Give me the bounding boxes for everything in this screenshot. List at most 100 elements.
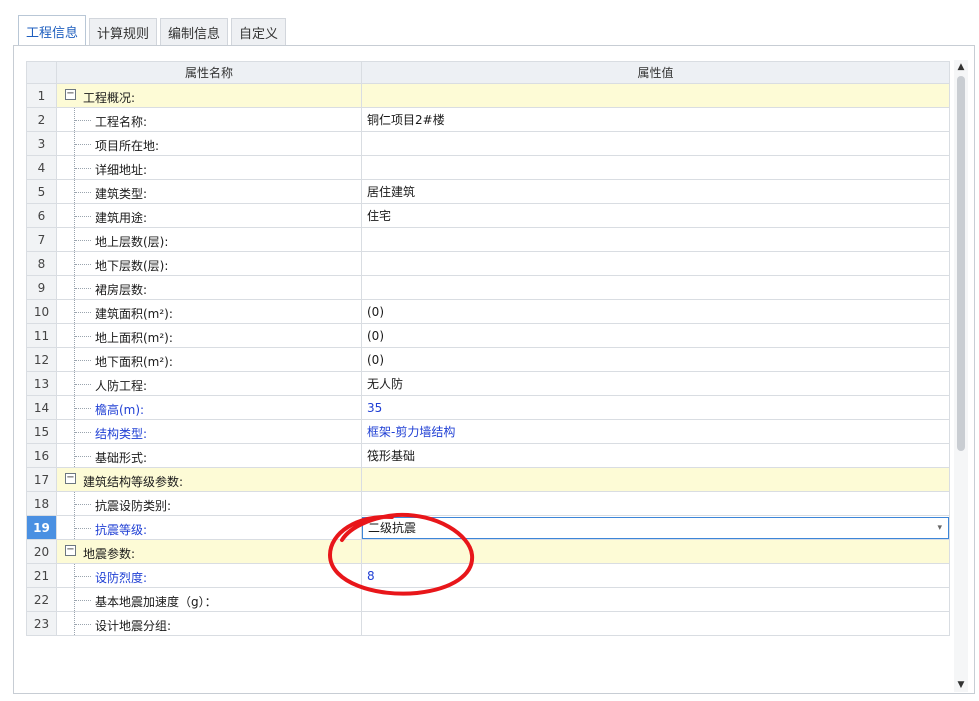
property-name-cell[interactable]: 建筑类型:	[56, 179, 362, 204]
property-name-cell[interactable]: 地上面积(m²):	[56, 323, 362, 348]
column-header-value[interactable]: 属性值	[361, 61, 950, 84]
property-name-cell[interactable]: 檐高(m):	[56, 395, 362, 420]
property-name-cell[interactable]: 基础形式:	[56, 443, 362, 468]
property-value-cell[interactable]: 居住建筑	[361, 179, 950, 204]
property-value-cell[interactable]	[361, 587, 950, 612]
table-row[interactable]: 6 建筑用途: 住宅	[26, 203, 950, 228]
table-row[interactable]: 23 设计地震分组:	[26, 611, 950, 636]
property-value-cell[interactable]: 框架-剪力墙结构	[361, 419, 950, 444]
row-number[interactable]: 22	[26, 587, 57, 612]
table-row[interactable]: 19 抗震等级: 二级抗震 ▾	[26, 515, 950, 540]
property-value-cell[interactable]	[361, 83, 950, 108]
property-name-cell[interactable]: − 建筑结构等级参数:	[56, 467, 362, 492]
vertical-scrollbar[interactable]: ▲ ▼	[954, 60, 968, 692]
row-number[interactable]: 4	[26, 155, 57, 180]
property-value-cell[interactable]: 铜仁项目2#楼	[361, 107, 950, 132]
property-name-cell[interactable]: 地下层数(层):	[56, 251, 362, 276]
table-row[interactable]: 8 地下层数(层):	[26, 251, 950, 276]
table-row[interactable]: 2 工程名称: 铜仁项目2#楼	[26, 107, 950, 132]
property-name-cell[interactable]: 设防烈度:	[56, 563, 362, 588]
row-number[interactable]: 8	[26, 251, 57, 276]
property-value-cell[interactable]: 35	[361, 395, 950, 420]
property-value-cell[interactable]: 无人防	[361, 371, 950, 396]
tab-4[interactable]: 自定义	[231, 18, 287, 46]
property-value-cell[interactable]: (0)	[361, 299, 950, 324]
property-value-cell[interactable]: (0)	[361, 347, 950, 372]
row-number[interactable]: 2	[26, 107, 57, 132]
table-row[interactable]: 22 基本地震加速度（g）：	[26, 587, 950, 612]
property-name-cell[interactable]: 人防工程:	[56, 371, 362, 396]
table-row[interactable]: 1− 工程概况:	[26, 83, 950, 108]
row-number[interactable]: 16	[26, 443, 57, 468]
property-value-cell[interactable]	[361, 227, 950, 252]
row-number[interactable]: 19	[26, 515, 57, 540]
property-name-cell[interactable]: 详细地址:	[56, 155, 362, 180]
table-row[interactable]: 14 檐高(m): 35	[26, 395, 950, 420]
table-row[interactable]: 18 抗震设防类别:	[26, 491, 950, 516]
scrollbar-thumb[interactable]	[957, 76, 965, 451]
table-row[interactable]: 13 人防工程: 无人防	[26, 371, 950, 396]
row-number[interactable]: 18	[26, 491, 57, 516]
row-number[interactable]: 1	[26, 83, 57, 108]
column-header-name[interactable]: 属性名称	[56, 61, 362, 84]
property-name-cell[interactable]: 裙房层数:	[56, 275, 362, 300]
property-value-cell[interactable]	[361, 491, 950, 516]
property-value-cell[interactable]	[361, 611, 950, 636]
collapse-toggle-icon[interactable]: −	[65, 473, 76, 484]
property-value-cell[interactable]	[361, 275, 950, 300]
property-value-cell[interactable]	[361, 467, 950, 492]
row-number[interactable]: 12	[26, 347, 57, 372]
row-number[interactable]: 14	[26, 395, 57, 420]
row-number[interactable]: 7	[26, 227, 57, 252]
table-row[interactable]: 21 设防烈度: 8	[26, 563, 950, 588]
table-row[interactable]: 4 详细地址:	[26, 155, 950, 180]
collapse-toggle-icon[interactable]: −	[65, 89, 76, 100]
property-name-cell[interactable]: 工程名称:	[56, 107, 362, 132]
row-number[interactable]: 15	[26, 419, 57, 444]
property-name-cell[interactable]: 抗震设防类别:	[56, 491, 362, 516]
row-number[interactable]: 20	[26, 539, 57, 564]
table-row[interactable]: 9 裙房层数:	[26, 275, 950, 300]
scroll-down-arrow-icon[interactable]: ▼	[954, 678, 968, 692]
property-name-cell[interactable]: 基本地震加速度（g）：	[56, 587, 362, 612]
property-name-cell[interactable]: − 地震参数:	[56, 539, 362, 564]
property-value-cell[interactable]: 二级抗震 ▾	[361, 515, 950, 540]
chevron-down-icon[interactable]: ▾	[937, 523, 942, 533]
table-row[interactable]: 3 项目所在地:	[26, 131, 950, 156]
row-number[interactable]: 3	[26, 131, 57, 156]
tab-2[interactable]: 计算规则	[89, 18, 158, 46]
property-name-cell[interactable]: 地上层数(层):	[56, 227, 362, 252]
property-name-cell[interactable]: 项目所在地:	[56, 131, 362, 156]
table-row[interactable]: 15 结构类型: 框架-剪力墙结构	[26, 419, 950, 444]
row-number[interactable]: 9	[26, 275, 57, 300]
table-row[interactable]: 17− 建筑结构等级参数:	[26, 467, 950, 492]
tab-3[interactable]: 编制信息	[160, 18, 229, 46]
property-name-cell[interactable]: 地下面积(m²):	[56, 347, 362, 372]
table-row[interactable]: 12 地下面积(m²): (0)	[26, 347, 950, 372]
table-row[interactable]: 7 地上层数(层):	[26, 227, 950, 252]
property-name-cell[interactable]: 建筑用途:	[56, 203, 362, 228]
table-row[interactable]: 11 地上面积(m²): (0)	[26, 323, 950, 348]
row-number[interactable]: 17	[26, 467, 57, 492]
row-number[interactable]: 13	[26, 371, 57, 396]
row-number[interactable]: 5	[26, 179, 57, 204]
property-name-cell[interactable]: − 工程概况:	[56, 83, 362, 108]
table-row[interactable]: 16 基础形式: 筏形基础	[26, 443, 950, 468]
property-value-cell[interactable]: 住宅	[361, 203, 950, 228]
property-name-cell[interactable]: 抗震等级:	[56, 515, 362, 540]
property-value-cell[interactable]	[361, 131, 950, 156]
property-value-cell[interactable]	[361, 539, 950, 564]
row-number[interactable]: 11	[26, 323, 57, 348]
table-row[interactable]: 5 建筑类型: 居住建筑	[26, 179, 950, 204]
property-value-cell[interactable]	[361, 251, 950, 276]
row-number[interactable]: 6	[26, 203, 57, 228]
property-name-cell[interactable]: 建筑面积(m²):	[56, 299, 362, 324]
table-row[interactable]: 20− 地震参数:	[26, 539, 950, 564]
property-value-cell[interactable]	[361, 155, 950, 180]
table-row[interactable]: 10 建筑面积(m²): (0)	[26, 299, 950, 324]
row-number[interactable]: 21	[26, 563, 57, 588]
property-value-cell[interactable]: 筏形基础	[361, 443, 950, 468]
row-number[interactable]: 23	[26, 611, 57, 636]
scroll-up-arrow-icon[interactable]: ▲	[954, 60, 968, 74]
seismic-grade-dropdown[interactable]: 二级抗震 ▾	[362, 516, 949, 539]
